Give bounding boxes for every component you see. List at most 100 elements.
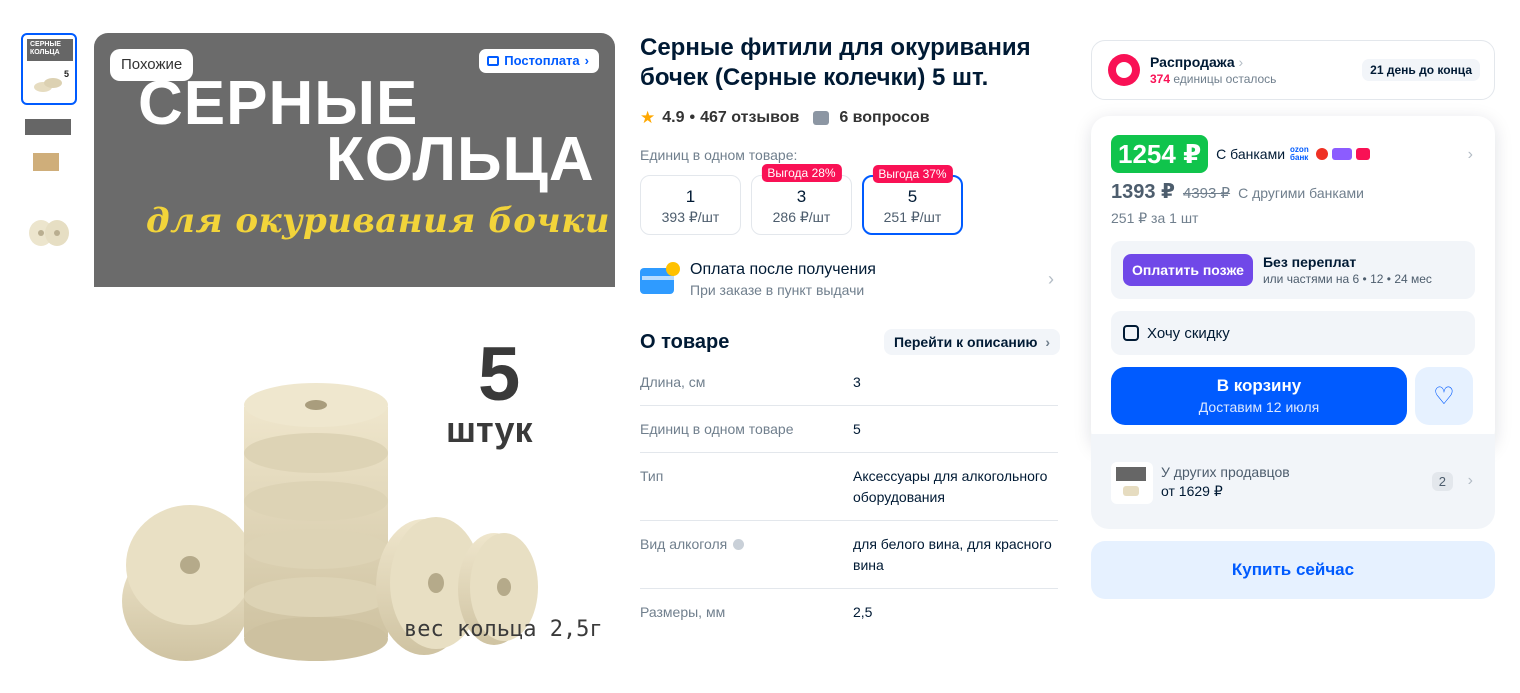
units-label: Единиц в одном товаре: [640,147,798,163]
other-sellers-price: от 1629 ₽ [1161,483,1223,499]
chevron-right-icon: › [584,53,589,68]
about-title: О товаре [640,330,730,353]
sale-stock: 374 единицы осталось [1150,72,1276,86]
per-unit-price: 251 ₽ за 1 шт [1111,210,1199,226]
buy-now-button[interactable]: Купить сейчас [1091,541,1495,599]
go-to-description-button[interactable]: Перейти к описанию › [884,329,1060,355]
buy-box: Распродажа › 374 единицы осталось 21 ден… [1091,40,1495,599]
rings-icon [34,78,62,92]
rating-value: 4.9 [662,109,685,126]
discount-icon [1123,325,1139,341]
option-qty: 1 [685,187,696,206]
product-title: Серные фитили для окуривания бочек (Серн… [640,34,1031,91]
star-icon: ★ [640,108,656,127]
other-sellers-title: У других продавцов [1161,464,1290,480]
unit-option-5[interactable]: Выгода 37% 5 251 ₽/шт [862,165,963,235]
card-icon [640,262,680,296]
favorite-button[interactable]: ♡ [1415,367,1473,425]
chevron-right-icon[interactable]: › [1468,146,1473,164]
spec-row: Длина, см 3 [640,359,1058,406]
regular-price-row: 1393 ₽ 4393 ₽ С другими банками [1111,179,1475,204]
thumbnail-1[interactable]: СЕРНЫЕ КОЛЬЦА 5 [21,33,77,105]
question-icon [813,111,830,125]
wallet-icon [487,56,500,66]
thumbnail-2[interactable] [21,115,77,187]
heart-icon: ♡ [1433,382,1455,410]
spec-key: Размеры, мм [640,604,726,620]
sale-title: Распродажа › [1150,54,1244,70]
cart-row: В корзину Доставим 12 июля ♡ [1111,367,1475,425]
pay-later-button[interactable]: Оплатить позже [1123,254,1253,286]
ozon-bank-icon: ozon банк [1290,145,1309,162]
sale-banner[interactable]: Распродажа › 374 единицы осталось 21 ден… [1091,40,1495,100]
sale-logo-icon [1108,54,1140,86]
spec-key: Длина, см [640,374,706,390]
rings-photo [122,383,538,661]
spec-key: Тип [640,468,664,484]
payment-subtitle: При заказе в пункт выдачи [690,281,865,298]
discount-badge: Выгода 28% [761,164,842,182]
product-image[interactable]: СЕРНЫЕ КОЛЬЦА для окуривания бочки Похож… [94,33,615,663]
banner-title-line2: КОЛЬЦА [326,125,595,194]
stock-text: единицы осталось [1173,72,1277,86]
other-sellers[interactable]: У других продавцов от 1629 ₽ 2 › [1091,434,1495,529]
old-price: 4393 ₽ [1182,185,1231,202]
info-icon[interactable] [733,539,745,550]
spec-value: Аксессуары для алкогольного оборудования [853,468,1048,505]
about-header: О товаре Перейти к описанию › [640,329,1060,355]
spec-key: Единиц в одном товаре [640,421,794,437]
reviews-count[interactable]: 467 отзывов [700,109,799,127]
bank-icon [1356,148,1371,160]
specs-table: Длина, см 3 Единиц в одном товаре 5 Тип … [640,359,1058,635]
want-discount-button[interactable]: Хочу скидку [1111,311,1475,355]
pay-later-title: Без переплат [1262,254,1357,270]
other-banks-label: С другими банками [1238,185,1365,201]
stock-count: 374 [1150,72,1171,86]
option-per-unit: 251 ₽/шт [883,209,942,225]
separator-dot: • [689,109,696,126]
spec-value: 3 [853,374,861,390]
go-to-description-label: Перейти к описанию [894,334,1038,350]
rating-row[interactable]: ★ 4.9 • 467 отзывов 6 вопросов [640,107,1060,129]
spec-row: Тип Аксессуары для алкогольного оборудов… [640,453,1058,521]
product-info: Серные фитили для окуривания бочек (Серн… [640,33,1060,635]
bank-price-row[interactable]: 1254 ₽ С банками ozon банк [1111,135,1475,173]
spec-key-with-info: Вид алкоголя [640,534,853,576]
questions-count[interactable]: 6 вопросов [839,109,929,127]
pay-later-subtitle: или частями на 6 • 12 • 24 мес [1262,272,1432,286]
chevron-right-icon: › [1048,269,1054,289]
unit-option-1[interactable]: 1 393 ₽/шт [640,175,741,235]
banner-subtitle: для окуривания бочки [146,201,610,241]
add-to-cart-button[interactable]: В корзину Доставим 12 июля [1111,367,1407,425]
similar-button[interactable]: Похожие [110,49,194,81]
option-per-unit: 393 ₽/шт [661,209,720,225]
payment-after-receipt[interactable]: Оплата после получения При заказе в пунк… [640,257,1060,301]
spec-row: Размеры, мм 2,5 [640,589,1058,635]
spec-row: Вид алкоголя для белого вина, для красно… [640,521,1058,589]
bank-icon [1316,148,1329,160]
rings-icon [29,220,69,246]
option-qty: 5 [907,187,918,206]
regular-price: 1393 ₽ [1111,181,1175,203]
other-sellers-count: 2 [1431,472,1453,491]
want-discount-label: Хочу скидку [1147,324,1230,342]
thumbnail-banner [25,119,71,135]
unit-option-3[interactable]: Выгода 28% 3 286 ₽/шт [751,164,852,235]
chevron-right-icon: › [1467,472,1473,489]
thumbnail-count: 5 [63,69,69,79]
postpay-label: Постоплата [504,53,580,68]
spec-value: 2,5 [853,604,873,620]
seller-thumbnail [1111,462,1153,504]
days-left-badge: 21 день до конца [1362,59,1480,81]
cart-label: В корзину [1216,376,1302,395]
photo-count: 5 [478,332,521,417]
thumbnail-3[interactable] [21,197,77,269]
bank-price-label: С банками [1216,146,1286,162]
spec-value: для белого вина, для красного вина [853,536,1052,573]
pay-later-block[interactable]: Оплатить позже Без переплат или частями … [1111,241,1475,299]
box-icon [33,153,59,171]
unit-options: 1 393 ₽/шт Выгода 28% 3 286 ₽/шт Выгода … [640,164,1060,235]
postpay-button[interactable]: Постоплата › [479,49,599,73]
bank-icon [1332,148,1353,160]
spec-key: Вид алкоголя [640,536,728,552]
